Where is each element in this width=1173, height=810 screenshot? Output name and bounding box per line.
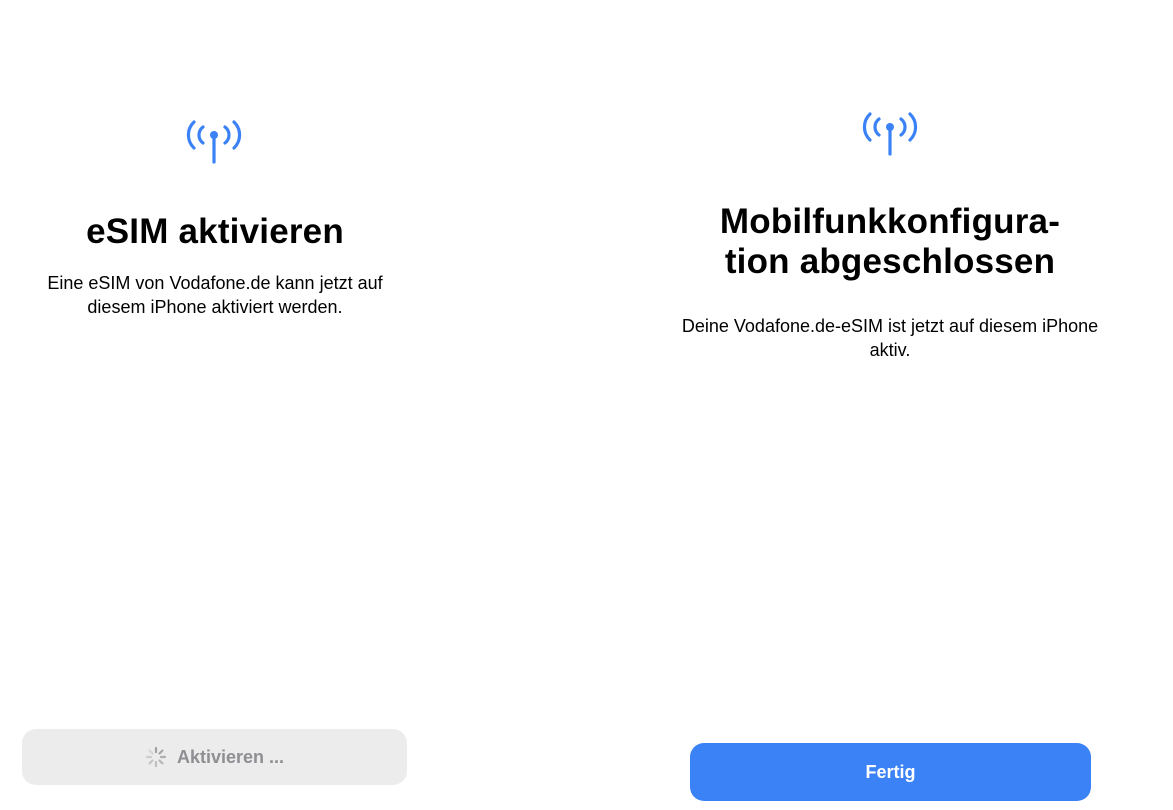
- activate-button[interactable]: Aktivieren ...: [22, 729, 407, 785]
- cellular-antenna-icon: [184, 114, 244, 166]
- done-button[interactable]: Fertig: [690, 743, 1091, 801]
- esim-activation-screen: eSIM aktivieren Eine eSIM von Vodafone.d…: [0, 0, 430, 810]
- page-title: eSIM aktivieren: [86, 212, 344, 251]
- cellular-antenna-icon: [860, 106, 920, 158]
- page-description: Eine eSIM von Vodafone.de kann jetzt auf…: [47, 273, 383, 317]
- done-button-label: Fertig: [865, 761, 916, 782]
- page-description: Deine Vodafone.de-eSIM ist jetzt auf die…: [681, 316, 1099, 360]
- spinner-icon: [145, 746, 167, 768]
- page-title: Mobilfunkkonfigura- tion abgeschlossen: [719, 202, 1061, 282]
- activate-button-label: Aktivieren ...: [176, 746, 285, 767]
- configuration-complete-screen: Mobilfunkkonfigura- tion abgeschlossen D…: [662, 0, 1118, 810]
